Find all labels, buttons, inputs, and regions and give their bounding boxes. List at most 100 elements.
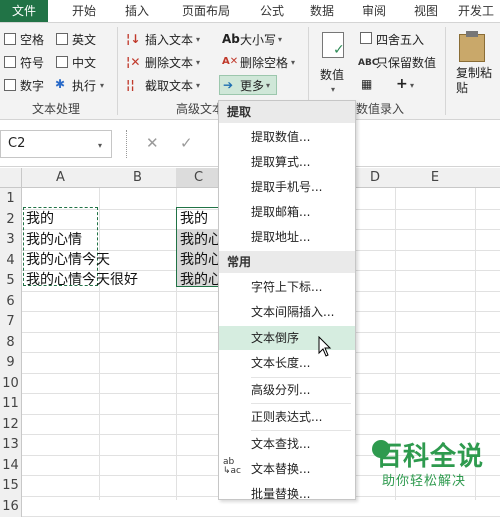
checkbox-number[interactable] bbox=[4, 79, 16, 91]
execute-button[interactable]: 执行 bbox=[72, 77, 96, 94]
tab-insert[interactable]: 插入 bbox=[114, 0, 160, 22]
row-header[interactable]: 1 bbox=[0, 188, 22, 209]
row-header[interactable]: 16 bbox=[0, 496, 22, 517]
watermark-title: 百科全说 bbox=[376, 442, 485, 472]
round-icon bbox=[360, 32, 372, 44]
cell-a4[interactable]: 我的心情今天 bbox=[26, 249, 110, 269]
tab-home[interactable]: 开始 bbox=[60, 0, 108, 22]
column-header-d[interactable]: D bbox=[355, 168, 395, 188]
checkmark-icon: ✓ bbox=[333, 42, 345, 58]
menu-item-text-find[interactable]: 文本查找... bbox=[219, 432, 355, 456]
row-header[interactable]: 10 bbox=[0, 373, 22, 394]
menu-item-extract-phone[interactable]: 提取手机号... bbox=[219, 175, 355, 199]
more-dropdown-menu: 提取 提取数值... 提取算式... 提取手机号... 提取邮箱... 提取地址… bbox=[218, 100, 356, 500]
tab-page-layout[interactable]: 页面布局 bbox=[170, 0, 242, 22]
menu-item-extract-formula[interactable]: 提取算式... bbox=[219, 150, 355, 174]
cell-c2[interactable]: 我的 bbox=[180, 208, 218, 228]
group-separator bbox=[445, 27, 446, 115]
checkbox-chinese[interactable] bbox=[56, 56, 68, 68]
tab-review[interactable]: 审阅 bbox=[352, 0, 396, 22]
checkbox-english-label: 英文 bbox=[72, 33, 97, 47]
case-button[interactable]: 大小写 bbox=[240, 31, 276, 48]
replace-icon: ab ↳ac bbox=[223, 457, 242, 476]
column-header-c[interactable]: C bbox=[176, 168, 221, 188]
column-header-b[interactable]: B bbox=[99, 168, 176, 188]
row-header[interactable]: 13 bbox=[0, 434, 22, 455]
column-header-a[interactable]: A bbox=[22, 168, 99, 188]
round-button[interactable]: 四舍五入 bbox=[376, 31, 424, 48]
copy-paste-button[interactable]: 复制粘贴 bbox=[456, 66, 498, 96]
clipboard-icon bbox=[459, 34, 485, 62]
row-header[interactable]: 12 bbox=[0, 414, 22, 435]
clipboard-clip-icon bbox=[466, 31, 478, 37]
confirm-button[interactable]: ✓ bbox=[180, 134, 193, 152]
row-header[interactable]: 3 bbox=[0, 229, 22, 250]
chevron-down-icon: ▾ bbox=[196, 35, 201, 44]
grid-icon: ▦ bbox=[361, 77, 373, 91]
chevron-down-icon: ▾ bbox=[331, 85, 336, 94]
menu-item-advanced-split[interactable]: 高级分列... bbox=[219, 378, 355, 402]
menu-item-text-reverse[interactable]: 文本倒序 bbox=[219, 326, 355, 350]
checkbox-symbol[interactable] bbox=[4, 56, 16, 68]
delete-text-button[interactable]: 删除文本 bbox=[145, 54, 193, 71]
menu-item-extract-number[interactable]: 提取数值... bbox=[219, 125, 355, 149]
menu-section-common: 常用 bbox=[219, 251, 355, 273]
menu-divider bbox=[251, 403, 351, 404]
row-header[interactable]: 15 bbox=[0, 475, 22, 496]
column-header-f[interactable] bbox=[475, 168, 500, 188]
name-box-value: C2 bbox=[8, 136, 26, 151]
row-header[interactable]: 14 bbox=[0, 455, 22, 476]
numeric-button[interactable]: 数值 bbox=[320, 66, 344, 83]
keep-numeric-button[interactable]: 只保留数值 bbox=[376, 54, 436, 71]
cell-a3[interactable]: 我的心情 bbox=[26, 229, 82, 249]
cell-c5[interactable]: 我的心 bbox=[180, 269, 218, 289]
formula-bar-grip bbox=[126, 130, 129, 158]
cell-a2[interactable]: 我的 bbox=[26, 208, 54, 228]
tab-file[interactable]: 文件 bbox=[0, 0, 48, 22]
group-label-numeric-input: 数值录入 bbox=[356, 102, 405, 116]
checkbox-english[interactable] bbox=[56, 33, 68, 45]
menu-item-extract-email[interactable]: 提取邮箱... bbox=[219, 200, 355, 224]
cell-c4[interactable]: 我的心 bbox=[180, 249, 218, 269]
menu-item-extract-address[interactable]: 提取地址... bbox=[219, 225, 355, 249]
cut-text-button[interactable]: 截取文本 bbox=[145, 77, 193, 94]
tab-formulas[interactable]: 公式 bbox=[250, 0, 294, 22]
cell-c3[interactable]: 我的心 bbox=[180, 229, 218, 249]
cell-a5[interactable]: 我的心情今天很好 bbox=[26, 269, 138, 289]
menu-divider bbox=[251, 430, 351, 431]
row-header[interactable]: 9 bbox=[0, 352, 22, 373]
row-header[interactable]: 11 bbox=[0, 393, 22, 414]
arrow-right-icon: ➔ bbox=[223, 78, 234, 92]
select-all-corner[interactable] bbox=[0, 168, 22, 188]
row-header[interactable]: 5 bbox=[0, 270, 22, 291]
row-header[interactable]: 2 bbox=[0, 209, 22, 230]
checkbox-chinese-label: 中文 bbox=[72, 56, 97, 70]
chevron-down-icon: ▾ bbox=[278, 35, 283, 44]
menu-item-batch-replace[interactable]: 批量替换... bbox=[219, 482, 355, 499]
menu-item-regex[interactable]: 正则表达式... bbox=[219, 405, 355, 429]
insert-text-icon: ¦↓ bbox=[126, 32, 141, 46]
row-header[interactable]: 6 bbox=[0, 291, 22, 312]
ribbon-tab-bar: 文件 开始 插入 页面布局 公式 数据 审阅 视图 开发工 bbox=[0, 0, 500, 23]
row-header[interactable]: 7 bbox=[0, 311, 22, 332]
plus-button[interactable]: + bbox=[396, 76, 408, 92]
tab-data[interactable]: 数据 bbox=[300, 0, 344, 22]
cancel-button[interactable]: ✕ bbox=[146, 134, 159, 152]
row-header[interactable]: 8 bbox=[0, 332, 22, 353]
menu-item-superscript[interactable]: 字符上下标... bbox=[219, 275, 355, 299]
checkbox-space[interactable] bbox=[4, 33, 16, 45]
column-header-e[interactable]: E bbox=[395, 168, 475, 188]
chevron-down-icon: ▾ bbox=[196, 58, 201, 67]
watermark-subtitle: 助你轻松解决 bbox=[382, 474, 467, 489]
group-label-advanced-text: 高级文本 bbox=[176, 102, 225, 116]
tab-developer[interactable]: 开发工 bbox=[452, 0, 500, 22]
insert-text-button[interactable]: 插入文本 bbox=[145, 31, 193, 48]
menu-item-interval-insert[interactable]: 文本间隔插入... bbox=[219, 300, 355, 324]
menu-item-text-length[interactable]: 文本长度... bbox=[219, 351, 355, 375]
row-header[interactable]: 4 bbox=[0, 250, 22, 271]
delete-space-button[interactable]: 删除空格 bbox=[240, 54, 288, 71]
checkbox-symbol-label: 符号 bbox=[20, 56, 45, 70]
chevron-down-icon: ▾ bbox=[196, 81, 201, 90]
more-button-label: 更多 bbox=[240, 79, 265, 93]
tab-view[interactable]: 视图 bbox=[404, 0, 448, 22]
